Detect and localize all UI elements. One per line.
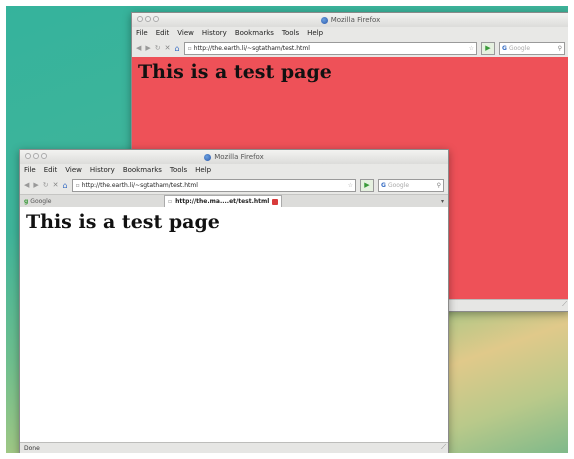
url-bar[interactable]: ▫ http://the.earth.li/~sgtatham/test.htm… (183, 41, 477, 55)
maximize-window-icon[interactable] (153, 16, 159, 22)
window-title: Mozilla Firefox (214, 153, 264, 161)
menu-history[interactable]: History (202, 27, 227, 39)
status-bar: Done ⟋ (20, 442, 448, 453)
menu-tools[interactable]: Tools (282, 27, 299, 39)
search-engine-icon[interactable]: G (381, 180, 386, 191)
search-engine-icon[interactable]: G (502, 43, 507, 54)
page-content: This is a test page (20, 207, 448, 442)
search-input[interactable]: G Google ⚲ (499, 41, 565, 55)
firefox-logo-icon (204, 153, 212, 161)
google-favicon-icon: g (24, 197, 29, 205)
search-placeholder: Google (508, 44, 531, 52)
window-title: Mozilla Firefox (330, 16, 381, 24)
resize-grip-icon[interactable]: ⟋ (562, 299, 567, 310)
tab-google[interactable]: g Google (24, 198, 164, 205)
go-button-icon[interactable]: ▶ (360, 178, 374, 192)
tab-label: http://the.ma....et/test.html (175, 198, 270, 205)
status-text: Done (24, 445, 40, 452)
menu-edit[interactable]: Edit (44, 164, 58, 176)
menu-view[interactable]: View (177, 27, 194, 39)
page-heading: This is a test page (26, 211, 220, 233)
tab-bar: g Google ▫ http://the.ma....et/test.html… (20, 194, 448, 207)
search-icon[interactable]: ⚲ (558, 43, 564, 54)
forward-icon[interactable]: ▶ (33, 181, 38, 189)
menu-file[interactable]: File (136, 27, 148, 39)
search-placeholder: Google (387, 181, 410, 189)
menu-bookmarks[interactable]: Bookmarks (123, 164, 162, 176)
bookmark-star-icon[interactable]: ☆ (348, 180, 355, 191)
maximize-window-icon[interactable] (41, 153, 47, 159)
reload-icon[interactable]: ↻ (43, 181, 49, 189)
window-controls (137, 16, 159, 22)
navigation-toolbar: ◀ ▶ ↻ ✕ ⌂ ▫ http://the.earth.li/~sgtatha… (132, 39, 568, 57)
page-heading: This is a test page (138, 61, 332, 83)
url-bar[interactable]: ▫ http://the.earth.li/~sgtatham/test.htm… (71, 178, 356, 192)
url-text: http://the.earth.li/~sgtatham/test.html (81, 181, 198, 189)
menu-history[interactable]: History (90, 164, 115, 176)
resize-grip-icon[interactable]: ⟋ (441, 442, 446, 453)
menu-help[interactable]: Help (195, 164, 211, 176)
menu-edit[interactable]: Edit (156, 27, 170, 39)
reload-icon[interactable]: ↻ (155, 44, 161, 52)
home-icon[interactable]: ⌂ (63, 181, 68, 190)
tab-label: Google (30, 197, 52, 205)
close-window-icon[interactable] (137, 16, 143, 22)
page-favicon-icon: ▫ (187, 44, 192, 52)
stop-icon[interactable]: ✕ (53, 181, 59, 189)
go-button-icon[interactable]: ▶ (481, 41, 495, 55)
minimize-window-icon[interactable] (33, 153, 39, 159)
menu-bookmarks[interactable]: Bookmarks (235, 27, 274, 39)
close-window-icon[interactable] (25, 153, 31, 159)
firefox-window-front[interactable]: Mozilla Firefox File Edit View History B… (19, 149, 449, 453)
url-text: http://the.earth.li/~sgtatham/test.html (193, 44, 310, 52)
forward-icon[interactable]: ▶ (145, 44, 150, 52)
back-icon[interactable]: ◀ (136, 44, 141, 52)
tab-list-arrow-icon[interactable]: ▾ (441, 198, 444, 205)
menu-tools[interactable]: Tools (170, 164, 187, 176)
menu-file[interactable]: File (24, 164, 36, 176)
menu-view[interactable]: View (65, 164, 82, 176)
minimize-window-icon[interactable] (145, 16, 151, 22)
home-icon[interactable]: ⌂ (175, 44, 180, 53)
close-tab-icon[interactable] (272, 198, 279, 205)
page-favicon-icon: ▫ (75, 181, 80, 189)
navigation-toolbar: ◀ ▶ ↻ ✕ ⌂ ▫ http://the.earth.li/~sgtatha… (20, 176, 448, 194)
search-icon[interactable]: ⚲ (437, 180, 443, 191)
title-bar[interactable]: Mozilla Firefox (132, 13, 568, 27)
search-input[interactable]: G Google ⚲ (378, 178, 444, 192)
title-bar[interactable]: Mozilla Firefox (20, 150, 448, 164)
desktop-background: Mozilla Firefox File Edit View History B… (6, 6, 568, 453)
menu-bar: File Edit View History Bookmarks Tools H… (132, 27, 568, 39)
menu-help[interactable]: Help (307, 27, 323, 39)
tab-test-page[interactable]: ▫ http://the.ma....et/test.html (164, 195, 283, 207)
bookmark-star-icon[interactable]: ☆ (469, 43, 476, 54)
stop-icon[interactable]: ✕ (165, 44, 171, 52)
menu-bar: File Edit View History Bookmarks Tools H… (20, 164, 448, 176)
window-controls (25, 153, 47, 159)
page-favicon-icon: ▫ (168, 198, 173, 205)
firefox-logo-icon (320, 16, 328, 24)
back-icon[interactable]: ◀ (24, 181, 29, 189)
